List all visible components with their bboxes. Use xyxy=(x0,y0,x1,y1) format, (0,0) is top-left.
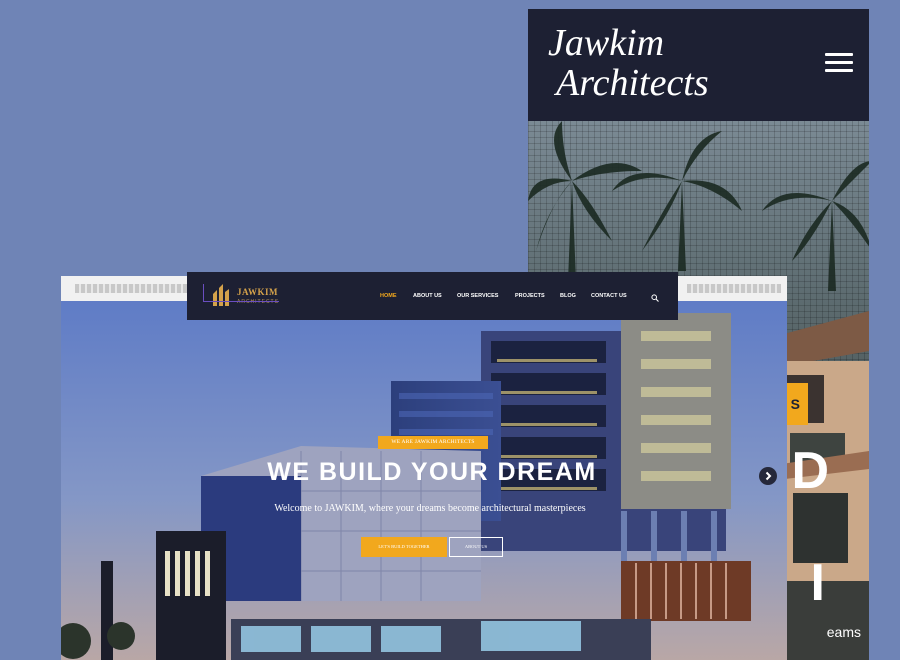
menu-item-about-us[interactable]: ABOUT US xyxy=(413,293,442,299)
chevron-right-icon xyxy=(765,471,772,481)
hero-headline: WE BUILD YOUR DREAM xyxy=(267,458,597,486)
search-icon[interactable] xyxy=(651,294,659,302)
selection-outline xyxy=(203,284,279,302)
blurred-text-right xyxy=(687,284,781,293)
mobile-logo[interactable]: Jawkim Architects xyxy=(548,23,709,103)
primary-button-label: LET'S BUILD TOGETHER xyxy=(378,544,430,549)
hero-tagline-badge: WE ARE JAWKIM ARCHITECTS xyxy=(378,436,488,449)
slider-next-button[interactable] xyxy=(759,467,777,485)
menu-item-blog[interactable]: BLOG xyxy=(560,293,576,299)
mobile-logo-line2: Architects xyxy=(556,62,709,104)
about-us-button[interactable]: ABOUT US xyxy=(449,537,503,557)
menu-item-contact-us[interactable]: CONTACT US xyxy=(591,293,627,299)
mobile-hero-heading-fragment-2: I xyxy=(810,554,825,612)
hero-subheadline: Welcome to JAWKIM, where your dreams bec… xyxy=(274,503,586,514)
blurred-text xyxy=(75,284,187,293)
hamburger-menu-icon[interactable] xyxy=(825,53,853,75)
mobile-logo-line1: Jawkim xyxy=(548,22,665,64)
menu-item-projects[interactable]: PROJECTS xyxy=(515,293,545,299)
lets-build-together-button[interactable]: LET'S BUILD TOGETHER xyxy=(361,537,447,557)
hero-tagline: WE ARE JAWKIM ARCHITECTS xyxy=(391,439,475,445)
mobile-hero-heading-fragment: D xyxy=(791,442,829,500)
mobile-hero-subtext-fragment: eams xyxy=(826,624,861,640)
mobile-header: Jawkim Architects xyxy=(528,9,869,121)
menu-item-our-services[interactable]: OUR SERVICES xyxy=(457,293,498,299)
mobile-badge-text: S xyxy=(790,396,800,412)
menu-item-home[interactable]: HOME xyxy=(380,293,397,299)
desktop-navbar: JAWKIM ARCHITECTS HOME ABOUT US OUR SERV… xyxy=(187,272,678,320)
secondary-button-label: ABOUT US xyxy=(464,544,488,549)
